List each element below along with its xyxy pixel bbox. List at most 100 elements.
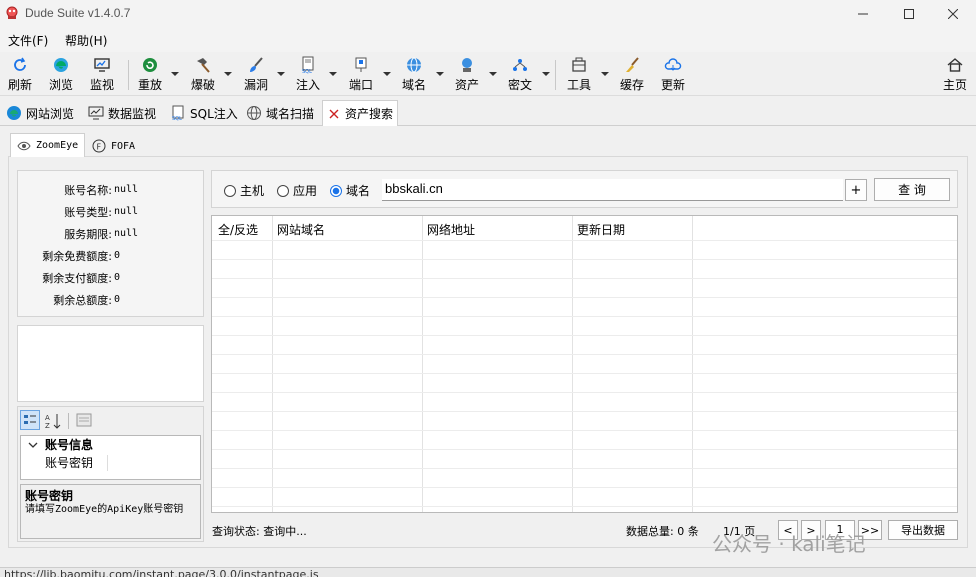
hammer-icon <box>197 58 210 73</box>
alphabetical-view-button[interactable]: AZ <box>43 411 63 431</box>
tab-label: 数据监视 <box>108 106 157 121</box>
update-label: 更新 <box>660 78 685 92</box>
cipher-icon <box>513 59 527 71</box>
property-row[interactable]: 账号密钥 <box>21 454 200 471</box>
tab-asset-search[interactable]: 资产搜索 <box>322 100 399 126</box>
radio-app-label: 应用 <box>293 184 318 198</box>
tools-dropdown-arrow[interactable] <box>601 72 609 76</box>
home-button[interactable]: 主页 <box>935 56 975 93</box>
maximize-icon <box>904 9 914 19</box>
replay-dropdown-arrow[interactable] <box>171 72 179 76</box>
account-key: 剩余总额度: <box>53 294 112 307</box>
radio-app[interactable]: 应用 <box>277 182 317 199</box>
domain-button[interactable]: 域名 <box>394 56 434 93</box>
chevron-down-icon <box>28 442 38 448</box>
cache-button[interactable]: 缓存 <box>612 56 652 93</box>
tab-domain-scan[interactable]: 域名扫描 <box>242 100 318 126</box>
export-button[interactable]: 导出数据 <box>888 520 958 540</box>
tab-zoomeye[interactable]: ZoomEye <box>10 133 86 157</box>
refresh-button[interactable]: 刷新 <box>0 56 40 93</box>
website-domain-header[interactable]: 网站域名 <box>277 221 325 238</box>
total-count: 数据总量: 0 条 <box>626 525 699 538</box>
tab-sql-inject[interactable]: SQL SQL注入 <box>166 100 242 126</box>
port-button[interactable]: 端口 <box>341 56 381 93</box>
sql-icon: SQL <box>172 105 184 121</box>
replay-icon <box>143 58 157 72</box>
asset-dropdown-arrow[interactable] <box>489 72 497 76</box>
maximize-button[interactable] <box>886 0 932 28</box>
tab-label: 网站浏览 <box>26 106 75 121</box>
brute-dropdown-arrow[interactable] <box>224 72 232 76</box>
log-textbox[interactable] <box>17 325 204 402</box>
cache-label: 缓存 <box>619 78 644 92</box>
property-value-field[interactable] <box>107 454 200 471</box>
brute-label: 爆破 <box>190 78 215 92</box>
search-input[interactable]: bbskali.cn <box>382 179 843 201</box>
categorized-view-button[interactable] <box>20 410 40 430</box>
monitor-icon <box>94 58 110 72</box>
vuln-dropdown-arrow[interactable] <box>277 72 285 76</box>
asset-button[interactable]: 资产 <box>447 56 487 93</box>
tab-website-browse[interactable]: 网站浏览 <box>2 100 78 126</box>
menu-help[interactable]: 帮助(H) <box>65 32 107 49</box>
add-query-button[interactable]: + <box>845 179 867 201</box>
tab-data-monitor[interactable]: 数据监视 <box>84 100 160 126</box>
close-icon <box>948 9 958 19</box>
replay-button[interactable]: 重放 <box>130 56 170 93</box>
monitor-button[interactable]: 监视 <box>82 56 122 93</box>
cipher-label: 密文 <box>507 78 532 92</box>
network-address-header[interactable]: 网络地址 <box>427 221 475 238</box>
query-button[interactable]: 查 询 <box>874 178 950 201</box>
radio-host-circle[interactable] <box>224 184 236 197</box>
row-divider <box>212 354 957 355</box>
menu-file[interactable]: 文件(F) <box>8 32 48 49</box>
radio-app-circle[interactable] <box>277 184 289 197</box>
menu-bar: 文件(F) 帮助(H) <box>0 28 976 52</box>
row-divider <box>212 392 957 393</box>
tools-label: 工具 <box>566 78 591 92</box>
cipher-button[interactable]: 密文 <box>500 56 540 93</box>
brush-icon <box>250 57 263 72</box>
svg-text:A: A <box>45 414 50 422</box>
radio-domain[interactable]: 域名 <box>330 182 370 199</box>
query-status: 查询状态: 查询中... <box>212 525 307 538</box>
close-icon[interactable] <box>327 107 341 121</box>
inject-label: 注入 <box>295 78 320 92</box>
radio-domain-circle[interactable] <box>330 184 342 197</box>
update-button[interactable]: 更新 <box>653 56 693 93</box>
vuln-button[interactable]: 漏洞 <box>236 56 276 93</box>
description-text: 请填写ZoomEye的ApiKey账号密钥 <box>25 504 184 515</box>
account-value: null <box>114 206 139 217</box>
toolbox-icon <box>572 57 586 72</box>
port-dropdown-arrow[interactable] <box>383 72 391 76</box>
vuln-label: 漏洞 <box>243 78 268 92</box>
account-row: 账号名称: null <box>18 182 205 204</box>
close-button[interactable] <box>930 0 976 28</box>
cipher-dropdown-arrow[interactable] <box>542 72 550 76</box>
tools-button[interactable]: 工具 <box>559 56 599 93</box>
property-list: 账号信息 账号密钥 <box>20 435 201 480</box>
account-row: 剩余免费额度: 0 <box>18 248 205 270</box>
brute-button[interactable]: 爆破 <box>183 56 223 93</box>
tab-fofa[interactable]: F FOFA <box>86 135 141 157</box>
category-row[interactable]: 账号信息 <box>21 436 200 453</box>
browse-button[interactable]: 浏览 <box>41 56 81 93</box>
category-label: 账号信息 <box>45 438 94 452</box>
minimize-button[interactable] <box>840 0 886 28</box>
row-divider <box>212 278 957 279</box>
inject-dropdown-arrow[interactable] <box>329 72 337 76</box>
select-all-header[interactable]: 全/反选 <box>218 221 258 238</box>
property-pages-button[interactable] <box>76 412 92 431</box>
inject-button[interactable]: SQL 注入 <box>288 56 328 93</box>
radio-host[interactable]: 主机 <box>224 182 264 199</box>
account-key: 剩余免费额度: <box>42 250 112 263</box>
broom-icon <box>626 57 639 72</box>
refresh-label: 刷新 <box>7 78 32 92</box>
results-table: 全/反选 网站域名 网络地址 更新日期 <box>211 215 958 513</box>
domain-dropdown-arrow[interactable] <box>436 72 444 76</box>
svg-text:SQL: SQL <box>172 116 182 121</box>
row-divider <box>212 506 957 507</box>
row-divider <box>212 411 957 412</box>
update-date-header[interactable]: 更新日期 <box>577 221 625 238</box>
account-value: null <box>114 184 139 195</box>
